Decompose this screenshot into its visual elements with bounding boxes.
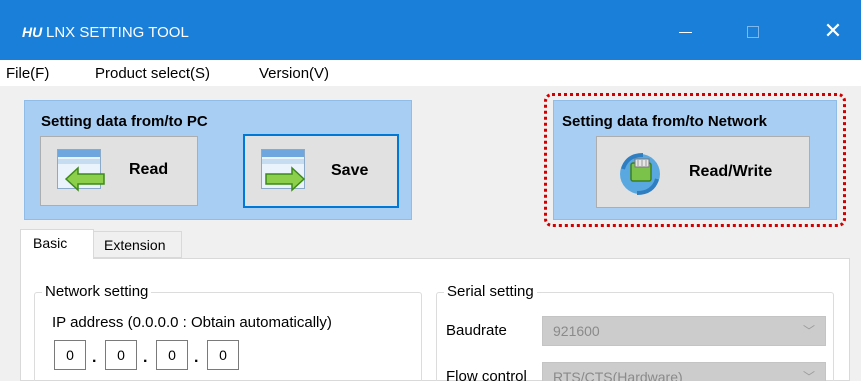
- title-bar: HU LNX SETTING TOOL ✕: [0, 0, 861, 60]
- maximize-icon: [747, 26, 759, 39]
- menu-file[interactable]: File(F): [6, 65, 49, 82]
- tab-extension[interactable]: Extension: [94, 231, 182, 258]
- ip-octet-3-input[interactable]: 0: [156, 340, 188, 370]
- close-icon: ✕: [823, 18, 843, 43]
- baudrate-select[interactable]: 921600 ﹀: [542, 316, 826, 346]
- document-read-icon: [57, 149, 105, 192]
- ip-separator: .: [194, 349, 199, 366]
- save-button[interactable]: Save: [243, 134, 399, 208]
- ip-separator: .: [92, 349, 97, 366]
- menu-version[interactable]: Version(V): [259, 65, 329, 82]
- read-button[interactable]: Read: [40, 136, 198, 206]
- chevron-down-icon: ﹀: [802, 324, 815, 338]
- ip-address-label: IP address (0.0.0.0 : Obtain automatical…: [52, 314, 332, 331]
- baudrate-value: 921600: [553, 323, 600, 339]
- minimize-button[interactable]: [662, 14, 708, 48]
- tab-basic[interactable]: Basic: [20, 229, 94, 259]
- flow-control-select[interactable]: RTS/CTS(Hardware) ﹀: [542, 362, 826, 381]
- ip-octet-4-input[interactable]: 0: [207, 340, 239, 370]
- app-logo: HU: [22, 24, 43, 40]
- ip-separator: .: [143, 349, 148, 366]
- baudrate-label: Baudrate: [446, 322, 507, 339]
- save-button-label: Save: [331, 162, 369, 179]
- document-save-icon: [261, 149, 306, 192]
- window-title: LNX SETTING TOOL: [46, 24, 189, 41]
- read-button-label: Read: [129, 161, 169, 178]
- maximize-button[interactable]: [730, 14, 776, 48]
- network-setting-legend: Network setting: [42, 283, 152, 300]
- minimize-icon: [678, 31, 692, 33]
- ip-octet-2-input[interactable]: 0: [105, 340, 137, 370]
- chevron-down-icon: ﹀: [802, 370, 815, 381]
- menu-product-select[interactable]: Product select(S): [95, 65, 210, 82]
- flow-control-label: Flow control: [446, 368, 527, 381]
- serial-setting-legend: Serial setting: [444, 283, 537, 300]
- flow-control-value: RTS/CTS(Hardware): [553, 369, 683, 381]
- menu-bar: File(F) Product select(S) Version(V): [0, 60, 861, 86]
- close-button[interactable]: ✕: [810, 14, 856, 48]
- network-highlight-annotation: [544, 93, 846, 227]
- pc-panel-title: Setting data from/to PC: [41, 113, 208, 130]
- ip-octet-1-input[interactable]: 0: [54, 340, 86, 370]
